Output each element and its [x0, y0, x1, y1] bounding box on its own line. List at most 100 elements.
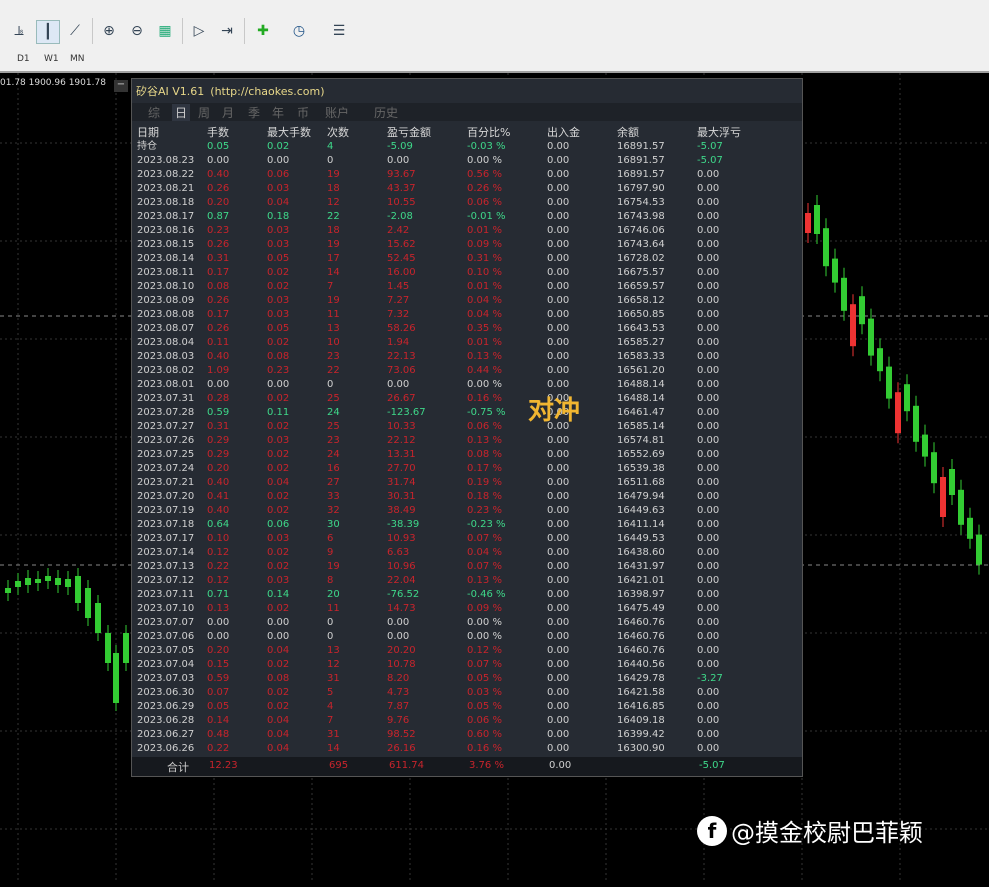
table-cell: 11	[327, 603, 340, 614]
table-cell: 0.00	[547, 603, 570, 614]
table-cell: 0.00	[547, 505, 570, 516]
brand-logo-icon: f	[697, 815, 727, 846]
table-row: 2023.07.25 0.29 0.02 24 13.31 0.08 % 0.00 16552…	[132, 448, 802, 462]
table-cell: 0.56 %	[467, 169, 502, 180]
table-cell: 0.12	[207, 575, 230, 586]
table-cell: 0.08	[267, 351, 290, 362]
template-icon[interactable]: ☰	[328, 20, 350, 42]
table-cell: 0.00	[697, 309, 720, 320]
table-cell: 0.04	[267, 743, 290, 754]
minimize-button[interactable]: −	[114, 80, 128, 92]
brand-watermark: f @摸金校尉巴菲颖	[697, 813, 923, 848]
table-cell: 0.00	[547, 295, 570, 306]
table-cell: 0.00	[697, 645, 720, 656]
table-cell: 0.40	[207, 169, 230, 180]
tab-8[interactable]: 历史	[374, 104, 398, 121]
add-indicator-icon[interactable]: ✚	[252, 20, 274, 42]
table-cell: -0.03 %	[467, 141, 506, 152]
table-cell: 0.00	[697, 253, 720, 264]
tab-1[interactable]: 日	[172, 104, 191, 121]
column-header: 百分比%	[467, 126, 511, 139]
candle-body	[15, 581, 21, 587]
table-row: 2023.07.31 0.28 0.02 25 26.67 0.16 % 0.00 16488…	[132, 392, 802, 406]
table-cell: 0.00	[547, 239, 570, 250]
table-cell: 16643.53	[617, 323, 665, 334]
table-cell: 10	[327, 337, 340, 348]
table-cell: 0.11	[267, 407, 290, 418]
table-cell: 0.44 %	[467, 365, 502, 376]
tile-windows-icon[interactable]: ▦	[154, 20, 176, 42]
table-cell: 0.00	[697, 743, 720, 754]
tab-3[interactable]: 月	[222, 104, 234, 121]
table-cell: 2023.08.16	[137, 225, 195, 236]
table-header: 日期 手数 最大手数 次数 盈亏金额 百分比% 出入金 余额 最大浮亏	[132, 126, 802, 140]
table-cell: 16416.85	[617, 701, 665, 712]
table-cell: 2023.07.19	[137, 505, 195, 516]
table-cell: 16891.57	[617, 169, 665, 180]
table-cell: 19	[327, 169, 340, 180]
table-cell: 19	[327, 295, 340, 306]
table-cell: 10.93	[387, 533, 416, 544]
table-cell: 18	[327, 183, 340, 194]
tab-2[interactable]: 周	[198, 104, 210, 121]
table-cell: 0.00	[547, 435, 570, 446]
table-cell: 0.26	[207, 323, 230, 334]
timeframe-d1[interactable]: D1	[17, 54, 30, 64]
bar-chart-icon[interactable]: ⫡	[8, 20, 30, 42]
table-cell: 2023.07.04	[137, 659, 195, 670]
table-cell: 0.17 %	[467, 463, 502, 474]
timeframe-mn[interactable]: MN	[70, 54, 85, 64]
table-cell: 0.00	[547, 323, 570, 334]
table-cell: 0.00	[387, 155, 410, 166]
table-cell: 2023.06.29	[137, 701, 195, 712]
chart-shift-icon[interactable]: ⇥	[216, 20, 238, 42]
table-cell: -3.27	[697, 673, 723, 684]
table-cell: 16421.01	[617, 575, 665, 586]
table-cell: 1.94	[387, 337, 410, 348]
table-cell: 20.20	[387, 645, 416, 656]
website-link[interactable]: (http://chaokes.com)	[210, 85, 324, 98]
periods-clock-icon[interactable]: ◷	[288, 20, 310, 42]
table-cell: 2023.07.05	[137, 645, 195, 656]
table-cell: 0.00	[267, 617, 290, 628]
table-row: 2023.06.27 0.48 0.04 31 98.52 0.60 % 0.00 16399…	[132, 728, 802, 742]
table-cell: 16743.98	[617, 211, 665, 222]
tab-5[interactable]: 年	[272, 104, 284, 121]
auto-scroll-icon[interactable]: ▷	[188, 20, 210, 42]
tab-7[interactable]: 账户	[325, 104, 349, 121]
tab-0[interactable]: 综	[148, 104, 160, 121]
table-cell: 0.03 %	[467, 687, 502, 698]
zoom-out-icon[interactable]: ⊖	[126, 20, 148, 42]
table-cell: -0.75 %	[467, 407, 506, 418]
table-cell: 0.87	[207, 211, 230, 222]
zoom-in-icon[interactable]: ⊕	[98, 20, 120, 42]
table-row: 2023.06.30 0.07 0.02 5 4.73 0.03 % 0.00 16421.5…	[132, 686, 802, 700]
table-cell: 0.18 %	[467, 491, 502, 502]
table-cell: 2023.08.17	[137, 211, 195, 222]
totals-row: 合计 12.23 695 611.74 3.76 % 0.00 -5.07	[132, 757, 802, 776]
table-cell: 24	[327, 449, 340, 460]
candle-body	[105, 633, 111, 663]
table-row: 2023.07.13 0.22 0.02 19 10.96 0.07 % 0.00 16431…	[132, 560, 802, 574]
table-cell: 0.00	[547, 337, 570, 348]
table-cell: 2023.07.14	[137, 547, 195, 558]
table-cell: 2023.08.02	[137, 365, 195, 376]
candle-body	[850, 304, 856, 347]
table-cell: 0.00	[547, 729, 570, 740]
line-chart-icon[interactable]: ⟋	[64, 20, 86, 42]
table-cell: 27	[327, 477, 340, 488]
table-cell: 0.00	[697, 547, 720, 558]
table-row: 2023.08.18 0.20 0.04 12 10.55 0.06 % 0.00 16754…	[132, 196, 802, 210]
table-cell: 0.41	[207, 491, 230, 502]
table-cell: 23	[327, 435, 340, 446]
table-cell: 0.06 %	[467, 715, 502, 726]
timeframe-w1[interactable]: W1	[44, 54, 59, 64]
table-cell: 0.00	[697, 323, 720, 334]
table-row: 2023.06.29 0.05 0.02 4 7.87 0.05 % 0.00 16416.8…	[132, 700, 802, 714]
tab-4[interactable]: 季	[248, 104, 260, 121]
candlestick-chart-icon[interactable]: ┃	[36, 20, 60, 44]
tab-6[interactable]: 币	[297, 104, 309, 121]
table-cell: 16449.63	[617, 505, 665, 516]
total-pnl: 611.74	[389, 760, 424, 771]
table-cell: 16460.76	[617, 631, 665, 642]
